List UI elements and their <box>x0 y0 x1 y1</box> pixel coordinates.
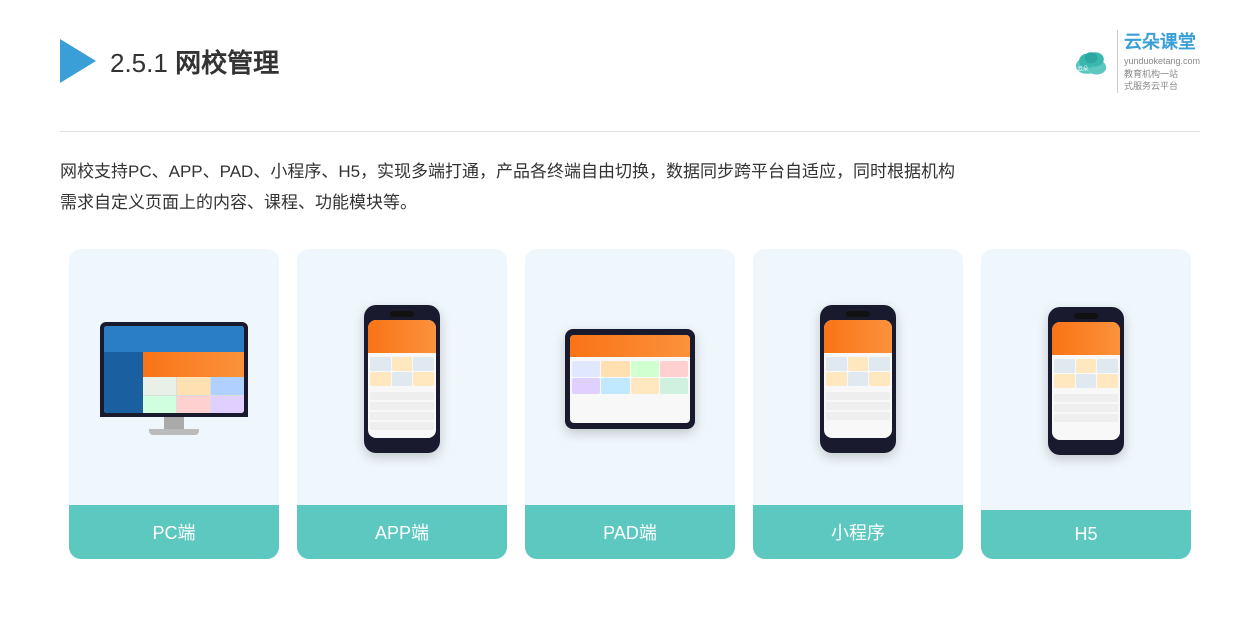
screen-content <box>104 326 244 413</box>
phone-body-app <box>364 305 440 453</box>
h5-image-area <box>981 249 1191 510</box>
card-miniapp: 小程序 <box>753 249 963 559</box>
app-image-area <box>297 249 507 505</box>
tablet-mock <box>565 329 695 429</box>
header-left: 2.5.1 网校管理 <box>60 39 279 83</box>
pc-mock <box>100 322 248 435</box>
screen-grid <box>143 377 244 414</box>
page-container: 2.5.1 网校管理 云朵 云朵课堂 yunduoketang.com 教育机构… <box>0 0 1260 630</box>
phone-body-miniapp <box>820 305 896 453</box>
card-label-pad: PAD端 <box>525 505 735 559</box>
phone-notch-h5 <box>1074 313 1098 319</box>
page-title: 2.5.1 网校管理 <box>110 43 279 80</box>
header-divider <box>60 131 1200 132</box>
phone-mock-h5 <box>1048 307 1124 455</box>
monitor-neck <box>164 417 184 429</box>
card-label-h5: H5 <box>981 510 1191 559</box>
card-label-app: APP端 <box>297 505 507 559</box>
phone-notch-app <box>390 311 414 317</box>
tablet-body <box>565 329 695 429</box>
brand-logo: 云朵 云朵课堂 yunduoketang.com 教育机构一站 式服务云平台 <box>1071 30 1200 93</box>
cloud-icon: 云朵 <box>1071 41 1111 81</box>
pad-image-area <box>525 249 735 505</box>
monitor-base <box>149 429 199 435</box>
phone-screen-miniapp <box>824 320 892 438</box>
header: 2.5.1 网校管理 云朵 云朵课堂 yunduoketang.com 教育机构… <box>60 30 1200 103</box>
phone-body-h5 <box>1048 307 1124 455</box>
card-pc: PC端 <box>69 249 279 559</box>
monitor-screen <box>104 326 244 413</box>
brand-text: 云朵课堂 yunduoketang.com 教育机构一站 式服务云平台 <box>1117 30 1200 93</box>
card-label-pc: PC端 <box>69 505 279 559</box>
description: 网校支持PC、APP、PAD、小程序、H5，实现多端打通，产品各终端自由切换，数… <box>60 156 1200 219</box>
phone-notch-miniapp <box>846 311 870 317</box>
screen-sidebar <box>104 352 143 413</box>
phone-mock-miniapp <box>820 305 896 453</box>
card-h5: H5 <box>981 249 1191 559</box>
phone-screen-h5 <box>1052 322 1120 440</box>
phone-screen-app <box>368 320 436 438</box>
monitor-body <box>100 322 248 417</box>
card-label-miniapp: 小程序 <box>753 505 963 559</box>
logo-triangle-icon <box>60 39 96 83</box>
card-pad: PAD端 <box>525 249 735 559</box>
card-app: APP端 <box>297 249 507 559</box>
miniapp-image-area <box>753 249 963 505</box>
cards-section: PC端 <box>60 249 1200 559</box>
tablet-screen <box>570 335 690 423</box>
svg-text:云朵: 云朵 <box>1077 66 1089 73</box>
pc-image-area <box>69 249 279 505</box>
phone-mock-app <box>364 305 440 453</box>
screen-banner <box>143 352 244 378</box>
